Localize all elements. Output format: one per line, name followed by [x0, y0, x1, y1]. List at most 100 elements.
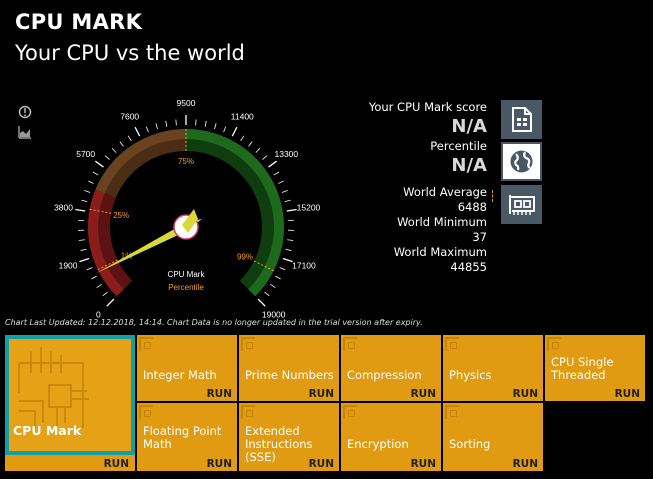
cpu-single-threaded-run-button[interactable]: RUN — [615, 388, 640, 400]
gauge-major-tick — [106, 298, 115, 307]
gauge-minor-tick — [104, 155, 110, 160]
world-maximum-label: World Maximum — [393, 245, 487, 259]
compression-run-button[interactable]: RUN — [411, 388, 436, 400]
cpu-mark-tile[interactable]: CPU Mark RUN — [5, 335, 135, 471]
network-card-icon — [509, 195, 535, 215]
prime-numbers-label: Prime Numbers — [245, 368, 334, 382]
gauge-center-sublabel: Percentile — [168, 283, 204, 292]
gauge-major-tick — [257, 298, 266, 307]
page-subtitle: Your CPU vs the world — [15, 41, 245, 65]
cpu-mark-run-button[interactable]: RUN — [104, 458, 129, 470]
gauge-minor-tick — [262, 155, 268, 160]
gauge-minor-tick — [127, 135, 132, 142]
tile-decoration — [445, 405, 459, 419]
info-icon[interactable] — [18, 104, 32, 119]
percentile-value: N/A — [451, 155, 487, 176]
gauge-minor-tick — [86, 267, 93, 271]
tile-decoration — [241, 337, 255, 351]
gauge-major-tick — [79, 257, 90, 263]
chart-update-note: Chart Last Updated: 12.12.2018, 14:14. C… — [5, 318, 423, 327]
tile-decoration — [241, 405, 255, 419]
stats-panel: Your CPU Mark score N/A Percentile N/A W… — [287, 100, 487, 275]
gauge-minor-tick — [279, 267, 286, 271]
gauge-major-tick — [75, 208, 86, 212]
gauge-minor-tick — [204, 120, 207, 127]
score-label: Your CPU Mark score — [368, 100, 487, 114]
world-maximum-value: 44855 — [450, 260, 487, 274]
sorting-run-button[interactable]: RUN — [513, 458, 538, 470]
gauge-minor-tick — [240, 135, 245, 142]
extended-instructions-tile[interactable]: Extended Instructions (SSE) RUN — [239, 403, 339, 471]
prime-numbers-tile[interactable]: Prime Numbers RUN — [239, 335, 339, 401]
compression-label: Compression — [347, 368, 422, 382]
gauge-minor-tick — [264, 291, 270, 297]
gauge-tick-label: 3800 — [54, 203, 73, 213]
gauge-minor-tick — [278, 180, 284, 184]
sorting-tile[interactable]: Sorting RUN — [443, 403, 543, 471]
tile-decoration — [445, 337, 459, 351]
percentile-marker-label: 99% — [237, 252, 253, 261]
physics-run-button[interactable]: RUN — [513, 388, 538, 400]
gauge-minor-tick — [96, 284, 102, 289]
encryption-label: Encryption — [347, 437, 409, 451]
world-minimum-label: World Minimum — [397, 215, 487, 229]
globe-icon-button[interactable] — [501, 142, 542, 181]
gauge-major-tick — [231, 126, 238, 137]
network-card-icon-button[interactable] — [501, 185, 542, 224]
document-icon-button[interactable] — [501, 100, 542, 139]
gauge-minor-tick — [119, 141, 124, 147]
gauge-minor-tick — [223, 126, 227, 133]
gauge-tick-label: 5700 — [76, 149, 95, 159]
gauge-minor-tick — [84, 190, 91, 193]
gauge-tick-label: 1900 — [59, 260, 78, 270]
gauge-minor-tick — [255, 147, 261, 153]
gauge-minor-tick — [270, 284, 276, 289]
percentile-marker-label: 75% — [178, 157, 194, 166]
gauge-minor-tick — [155, 123, 158, 130]
gauge-minor-tick — [195, 119, 197, 126]
floating-point-math-run-button[interactable]: RUN — [207, 458, 232, 470]
gauge-minor-tick — [80, 248, 87, 251]
world-average-label: World Average — [403, 185, 487, 199]
encryption-tile[interactable]: Encryption RUN — [341, 403, 441, 471]
gauge-minor-tick — [81, 199, 88, 203]
percentile-marker-label: 25% — [113, 211, 129, 220]
encryption-run-button[interactable]: RUN — [411, 458, 436, 470]
cpu-single-threaded-tile[interactable]: CPU Single Threaded RUN — [545, 335, 645, 401]
extended-instructions-run-button[interactable]: RUN — [309, 458, 334, 470]
gauge-minor-tick — [102, 291, 108, 297]
gauge-minor-tick — [273, 171, 280, 176]
gauge-minor-tick — [88, 180, 94, 184]
physics-tile[interactable]: Physics RUN — [443, 335, 543, 401]
gauge-minor-tick — [248, 141, 253, 147]
tile-decoration — [547, 337, 561, 351]
floating-point-math-label: Floating Point Math — [143, 424, 222, 451]
page-title: CPU MARK — [15, 10, 143, 34]
compression-tile[interactable]: Compression RUN — [341, 335, 441, 401]
percentile-label: Percentile — [430, 139, 487, 153]
floating-point-math-tile[interactable]: Floating Point Math RUN — [137, 403, 237, 471]
selected-tile-frame: CPU Mark — [5, 335, 135, 455]
tile-decoration — [343, 405, 357, 419]
gauge-minor-tick — [111, 147, 117, 153]
gauge-minor-tick — [91, 275, 97, 280]
prime-numbers-run-button[interactable]: RUN — [309, 388, 334, 400]
chart-icon[interactable] — [18, 124, 32, 139]
gauge-minor-tick — [92, 171, 99, 176]
cpu-single-threaded-label: CPU Single Threaded — [551, 355, 614, 382]
gauge-minor-tick — [165, 120, 168, 127]
cpu-mark-tile-label: CPU Mark — [13, 423, 82, 438]
gauge-tick-label: 11400 — [231, 112, 254, 122]
physics-label: Physics — [449, 368, 492, 382]
score-value: N/A — [451, 116, 487, 137]
gauge-major-tick — [134, 126, 141, 137]
gauge-minor-tick — [78, 239, 85, 241]
document-icon — [512, 107, 532, 132]
gauge-major-tick — [95, 160, 104, 168]
gauge-minor-tick — [145, 126, 149, 133]
cpu-chip-icon — [18, 347, 89, 429]
integer-math-tile[interactable]: Integer Math RUN — [137, 335, 237, 401]
integer-math-run-button[interactable]: RUN — [207, 388, 232, 400]
sorting-label: Sorting — [449, 437, 491, 451]
gauge-minor-tick — [214, 123, 217, 130]
